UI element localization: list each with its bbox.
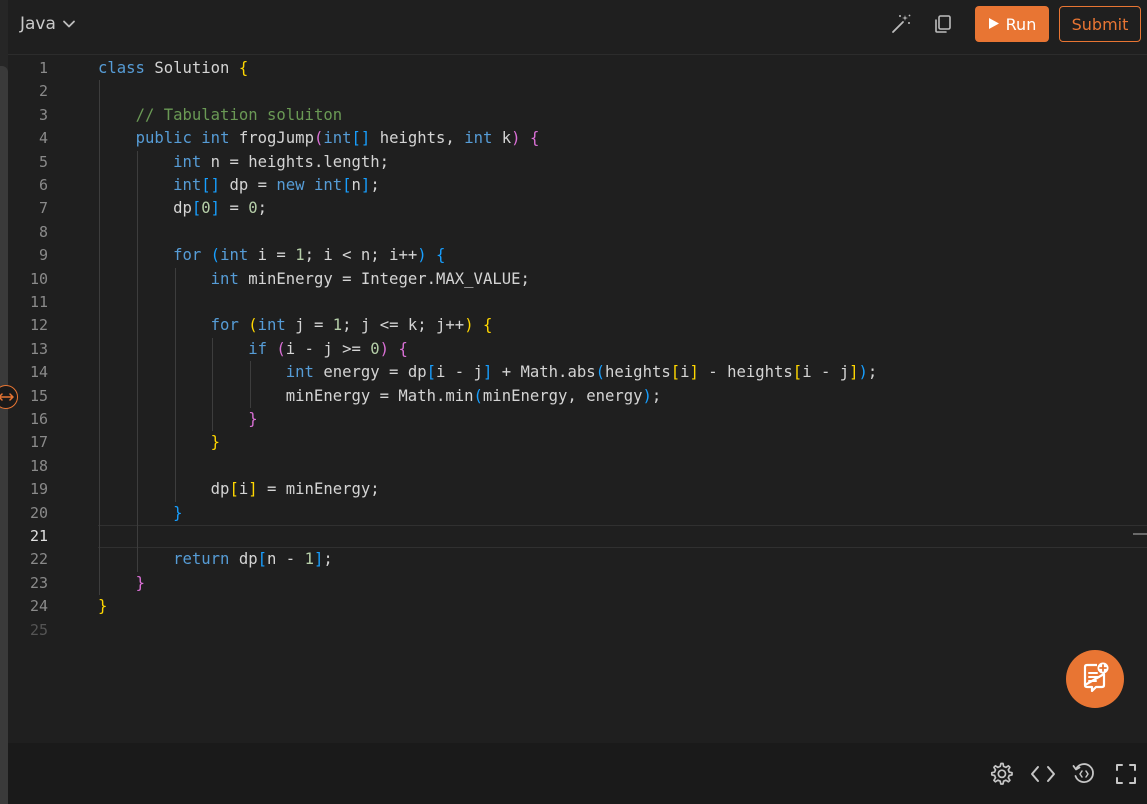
- code-line: int[] dp = new int[n];: [173, 176, 380, 194]
- line-number: 9: [38, 246, 48, 265]
- line-number: 3: [38, 105, 48, 124]
- line-number: 7: [38, 199, 48, 218]
- code-line: // Tabulation soluiton: [135, 105, 343, 124]
- line-number: 10: [29, 269, 48, 288]
- code-line: }: [210, 433, 221, 452]
- code-line: int energy = dp[i - j] + Math.abs(height…: [285, 363, 878, 382]
- line-number: 8: [38, 222, 48, 241]
- reset-icon[interactable]: [1069, 759, 1099, 789]
- scrollbar-cursor-marker: [1133, 533, 1147, 535]
- indent-guide: [212, 337, 214, 432]
- play-icon: [988, 15, 1000, 34]
- code-line: dp[0] = 0;: [98, 199, 268, 218]
- code-line: }: [173, 503, 183, 522]
- code-editor-panel: Java Run Submit 1 2 3 4 5 6 7 8 9 10 11 …: [0, 0, 1147, 804]
- code-line: minEnergy = Math.min(minEnergy, energy);: [98, 386, 662, 405]
- magic-wand-icon[interactable]: [888, 11, 914, 37]
- language-label: Java: [20, 14, 56, 34]
- indent-guide: [174, 267, 176, 502]
- editor-bottom-bar: [8, 743, 1147, 804]
- indent-guide: [250, 361, 252, 408]
- add-note-icon: [1080, 662, 1110, 696]
- line-number: 21: [29, 527, 48, 545]
- submit-button[interactable]: Submit: [1059, 6, 1141, 42]
- code-editor[interactable]: 1 2 3 4 5 6 7 8 9 10 11 12 13 14 15 16 17 18 19 20 21 22 23 24 2…: [8, 55, 1147, 743]
- code-line: return dp[n - 1];: [173, 550, 333, 569]
- line-number: 5: [38, 152, 48, 171]
- editor-scrollbar[interactable]: [1139, 55, 1147, 743]
- line-number: 16: [29, 410, 48, 428]
- code-line: dp[i] = minEnergy;: [98, 480, 380, 499]
- line-number: 23: [29, 573, 48, 592]
- fullscreen-icon[interactable]: [1111, 759, 1141, 789]
- code-line: }: [248, 410, 258, 428]
- line-number: 13: [29, 339, 48, 358]
- editor-toolbar: Java Run Submit: [8, 0, 1147, 55]
- line-number: 22: [29, 550, 48, 569]
- line-number: 17: [29, 433, 48, 452]
- line-number: 1: [38, 59, 48, 77]
- code-line: public int frogJump(int[] heights, int k…: [135, 129, 540, 148]
- copy-icon[interactable]: [930, 11, 956, 37]
- line-number: 11: [29, 293, 48, 311]
- submit-label: Submit: [1071, 14, 1129, 34]
- code-line: if (i - j >= 0) {: [248, 339, 408, 358]
- code-line: for (int i = 1; i < n; i++) {: [173, 246, 446, 265]
- settings-icon[interactable]: [986, 759, 1016, 789]
- code-line: class Solution {: [98, 59, 249, 77]
- code-line: int n = heights.length;: [173, 152, 390, 171]
- line-number: 12: [29, 316, 48, 335]
- chevron-down-icon: [62, 17, 76, 31]
- line-number: 18: [29, 456, 48, 475]
- indent-guide: [136, 150, 138, 572]
- line-number: 20: [29, 503, 48, 522]
- line-number: 19: [29, 480, 48, 499]
- code-line: }: [135, 573, 145, 592]
- code-area[interactable]: class Solution { // Tabulation soluiton …: [98, 55, 1128, 743]
- line-number: 4: [38, 129, 48, 148]
- line-number: 2: [38, 82, 48, 101]
- left-panel-strip: [0, 66, 8, 804]
- code-line: }: [98, 597, 108, 616]
- line-number: 25: [29, 620, 48, 639]
- code-line: for (int j = 1; j <= k; j++) {: [210, 316, 493, 335]
- add-note-button[interactable]: [1066, 650, 1124, 708]
- run-button[interactable]: Run: [975, 6, 1049, 42]
- code-line: int minEnergy = Integer.MAX_VALUE;: [210, 269, 530, 288]
- line-number: 14: [29, 363, 48, 382]
- line-number: 24: [29, 597, 48, 616]
- line-number: 6: [38, 176, 48, 194]
- code-brackets-icon[interactable]: [1028, 759, 1058, 789]
- indent-guide: [99, 80, 100, 596]
- language-select[interactable]: Java: [20, 10, 76, 38]
- run-label: Run: [1005, 14, 1037, 34]
